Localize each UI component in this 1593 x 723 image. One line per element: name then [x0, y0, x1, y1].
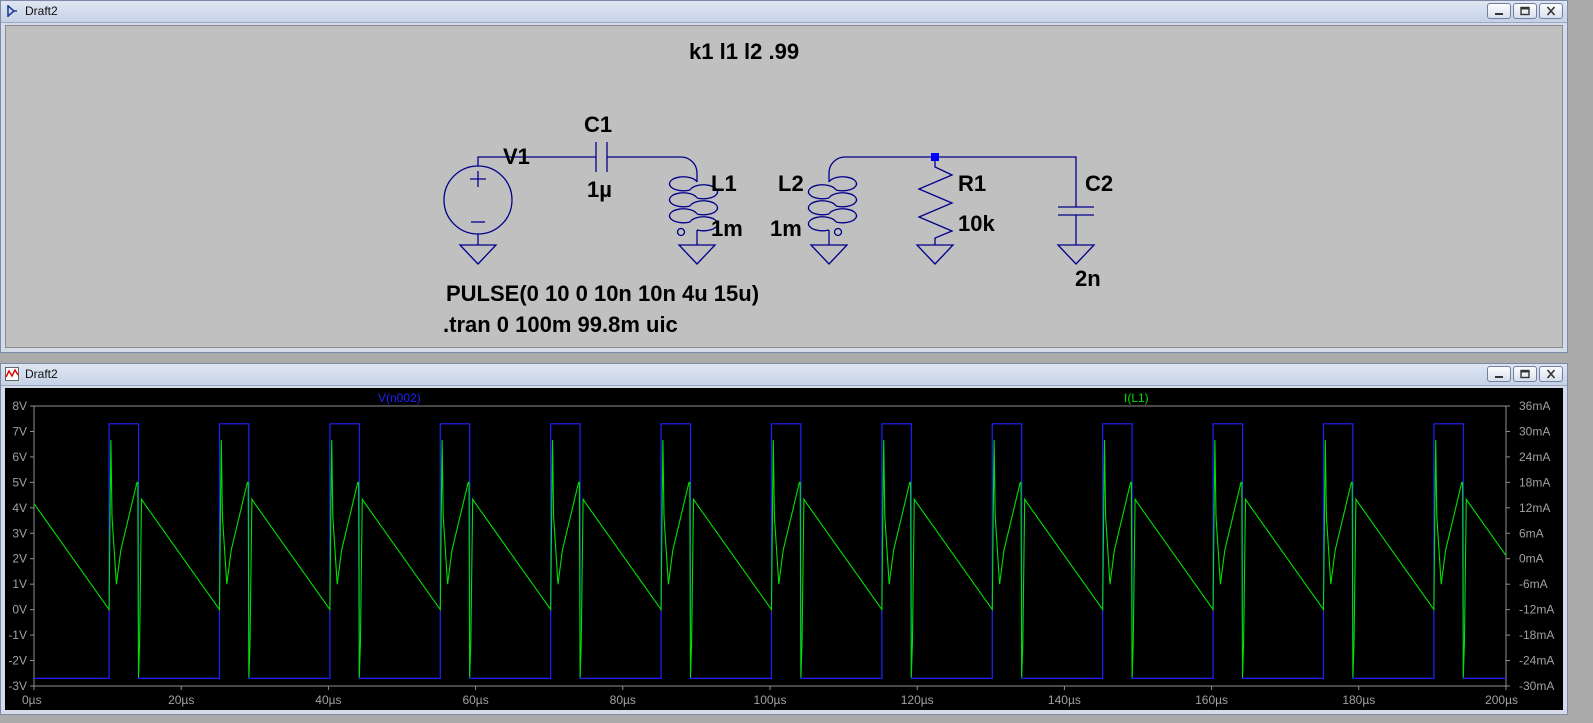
l2-ground-symbol — [809, 244, 849, 265]
waveform-plot[interactable]: V(n002) I(L1) 8V 7V 6V 5V 4V 3V 2V 1V 0V -1V -2V -3… — [5, 388, 1563, 712]
y-right-tick-label: 6mA — [1519, 526, 1544, 540]
y-left-tick-label: -1V — [8, 628, 27, 642]
minimize-button[interactable] — [1487, 3, 1511, 19]
schematic-titlebar[interactable]: Draft2 — [1, 1, 1567, 23]
x-tick-label: 100µs — [754, 693, 787, 707]
v1-label[interactable]: V1 — [503, 144, 530, 169]
close-button[interactable] — [1539, 3, 1563, 19]
ltspice-schematic-icon — [7, 5, 17, 17]
close-icon — [1546, 369, 1556, 379]
schematic-drawing[interactable]: k1 l1 l2 .99 V1 C1 1µ L1 1m L2 1m R1 10k… — [6, 26, 1564, 350]
restore-icon — [1520, 6, 1530, 16]
c2-ground-symbol — [1056, 244, 1096, 265]
x-tick-label: 120µs — [901, 693, 934, 707]
y-right-tick-label: 18mA — [1519, 475, 1550, 489]
y-left-tick-label: 1V — [12, 577, 27, 591]
r1-label[interactable]: R1 — [958, 171, 986, 196]
x-tick-label: 40µs — [315, 693, 341, 707]
y-left-tick-label: 8V — [12, 399, 27, 413]
waveform-titlebar[interactable]: Draft2 — [1, 364, 1567, 386]
r1-resistor[interactable] — [917, 157, 954, 245]
waveform-canvas[interactable]: V(n002) I(L1) 8V 7V 6V 5V 4V 3V 2V 1V 0V -1V -2V -3… — [5, 388, 1563, 710]
y-left-tick-label: -2V — [8, 654, 27, 668]
x-tick-label: 140µs — [1048, 693, 1081, 707]
minimize-icon — [1495, 376, 1503, 378]
trace-label-il1[interactable]: I(L1) — [1124, 391, 1149, 405]
close-icon — [1546, 6, 1556, 16]
plot-traces — [33, 423, 1507, 679]
c2-value[interactable]: 2n — [1075, 266, 1101, 291]
y-left-tick-label: 7V — [12, 424, 27, 438]
l2-value[interactable]: 1m — [770, 216, 802, 241]
v1-voltage-source[interactable] — [443, 156, 596, 245]
v1-pulse-spec[interactable]: PULSE(0 10 0 10n 10n 4u 15u) — [446, 281, 759, 306]
y-right-tick-label: 30mA — [1519, 424, 1550, 438]
waveform-viewer-icon — [5, 367, 19, 381]
y-right-tick-label: -24mA — [1519, 654, 1554, 668]
x-tick-label: 80µs — [610, 693, 636, 707]
schematic-canvas[interactable]: k1 l1 l2 .99 V1 C1 1µ L1 1m L2 1m R1 10k… — [5, 25, 1563, 348]
y-right-tick-label: -12mA — [1519, 603, 1554, 617]
y-right-tick-label: -18mA — [1519, 628, 1554, 642]
tran-directive[interactable]: .tran 0 100m 99.8m uic — [443, 312, 678, 337]
r1-value[interactable]: 10k — [958, 211, 995, 236]
waveform-window: Draft2 V(n002) I(L1) 8V 7V 6V 5V 4V 3V 2V 1V 0V -… — [0, 363, 1568, 715]
y-left-tick-label: 0V — [12, 603, 27, 617]
y-right-tick-label: 0mA — [1519, 552, 1544, 566]
c1-value[interactable]: 1µ — [587, 177, 612, 202]
y-right-tick-label: 12mA — [1519, 501, 1550, 515]
trace-il1[interactable] — [33, 439, 1507, 678]
restore-button[interactable] — [1513, 3, 1537, 19]
y-left-tick-label: -3V — [8, 679, 27, 693]
y-left-tick-label: 6V — [12, 450, 27, 464]
c2-label[interactable]: C2 — [1085, 171, 1113, 196]
minimize-button[interactable] — [1487, 366, 1511, 382]
x-tick-label: 160µs — [1195, 693, 1228, 707]
y-left-tick-label: 3V — [12, 526, 27, 540]
x-tick-label: 20µs — [168, 693, 194, 707]
x-tick-label: 200µs — [1485, 693, 1518, 707]
schematic-window: Draft2 k1 l1 l2 .99 V1 C1 1µ L1 1m L2 1m… — [0, 0, 1568, 353]
r1-ground-symbol — [915, 244, 955, 265]
trace-vn002[interactable] — [34, 423, 1506, 679]
k-coupling-directive[interactable]: k1 l1 l2 .99 — [689, 39, 799, 64]
x-tick-label: 180µs — [1342, 693, 1375, 707]
y-left-tick-label: 2V — [12, 552, 27, 566]
node-junction-dot[interactable] — [931, 153, 939, 161]
y-right-tick-label: -6mA — [1519, 577, 1548, 591]
restore-button[interactable] — [1513, 366, 1537, 382]
l1-label[interactable]: L1 — [711, 171, 737, 196]
y-right-tick-label: 24mA — [1519, 450, 1550, 464]
c1-capacitor[interactable] — [595, 142, 698, 182]
y-left-tick-label: 4V — [12, 501, 27, 515]
y-right-tick-label: 36mA — [1519, 399, 1550, 413]
y-left-tick-label: 5V — [12, 475, 27, 489]
close-button[interactable] — [1539, 366, 1563, 382]
minimize-icon — [1495, 13, 1503, 15]
schematic-window-title: Draft2 — [25, 4, 58, 18]
restore-icon — [1520, 369, 1530, 379]
x-tick-label: 0µs — [22, 693, 42, 707]
trace-label-vn002[interactable]: V(n002) — [378, 391, 421, 405]
c2-capacitor[interactable] — [1058, 206, 1094, 245]
l2-label[interactable]: L2 — [778, 171, 804, 196]
waveform-window-title: Draft2 — [25, 367, 58, 381]
plot-frame — [33, 405, 1507, 687]
y-right-tick-label: -30mA — [1519, 679, 1554, 693]
c1-label[interactable]: C1 — [584, 112, 612, 137]
plot-axes: 8V 7V 6V 5V 4V 3V 2V 1V 0V -1V -2V -3V 36mA 30mA 24mA 1… — [8, 399, 1554, 707]
l1-value[interactable]: 1m — [711, 216, 743, 241]
l1-ground-symbol — [677, 244, 717, 265]
x-tick-label: 60µs — [462, 693, 488, 707]
v1-ground-symbol — [458, 244, 498, 265]
